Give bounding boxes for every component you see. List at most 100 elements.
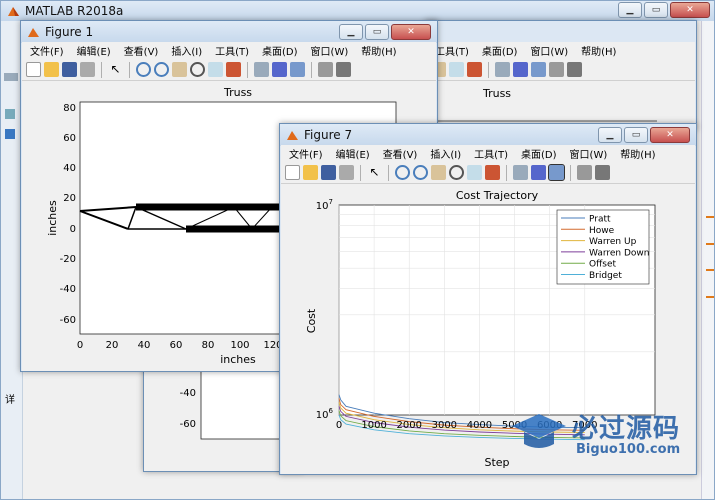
data-cursor-icon[interactable] — [467, 165, 482, 180]
figure7-title: Figure 7 — [304, 128, 353, 142]
figure1-menubar: 文件(F) 编辑(E) 查看(V) 插入(I) 工具(T) 桌面(D) 窗口(W… — [22, 42, 436, 59]
truss-y-ticks: 80 60 40 20 0 -20 -40 -60 — [60, 103, 76, 326]
figure7-close-button[interactable]: ✕ — [650, 127, 690, 143]
menu-file[interactable]: 文件(F) — [281, 146, 328, 161]
x-tick: 20 — [106, 340, 119, 351]
colorbar-icon[interactable] — [531, 165, 546, 180]
menu-edit[interactable]: 编辑(E) — [69, 43, 116, 58]
menu-view[interactable]: 查看(V) — [116, 43, 164, 58]
zoom-out-icon[interactable] — [413, 165, 428, 180]
figure1-maximize-button[interactable]: ▭ — [365, 24, 389, 40]
zoom-out-icon[interactable] — [154, 62, 169, 77]
menu-help[interactable]: 帮助(H) — [612, 146, 660, 161]
bg-menu-window[interactable]: 窗口(W) — [522, 43, 573, 58]
y-tick-bottom: 106 — [316, 407, 334, 421]
pan-icon[interactable] — [172, 62, 187, 77]
y-tick-top: 107 — [316, 198, 333, 212]
toolbar-separator — [388, 164, 389, 181]
zoom-in-icon[interactable] — [136, 62, 151, 77]
y-tick: 20 — [63, 193, 76, 204]
matlab-title-bar: MATLAB R2018a — [1, 1, 714, 21]
menu-tools[interactable]: 工具(T) — [207, 43, 254, 58]
right-marker-3 — [706, 269, 714, 271]
rotate-icon[interactable] — [449, 165, 464, 180]
pointer-icon[interactable]: ↖ — [108, 62, 123, 77]
new-figure-icon[interactable] — [26, 62, 41, 77]
y-tick: -40 — [60, 284, 76, 295]
hide-plot-tools-icon[interactable] — [318, 62, 333, 77]
lower-tick-1: -40 — [180, 388, 196, 399]
menu-desktop[interactable]: 桌面(D) — [513, 146, 562, 161]
truss-xlabel: inches — [220, 353, 256, 366]
figure7-minimize-button[interactable]: ▁ — [598, 127, 622, 143]
menu-insert[interactable]: 插入(I) — [422, 146, 466, 161]
figure7-maximize-button[interactable]: ▭ — [624, 127, 648, 143]
y-tick: 60 — [63, 133, 76, 144]
right-marker-4 — [706, 296, 714, 298]
save-icon[interactable] — [62, 62, 77, 77]
show-plot-tools-icon[interactable] — [336, 62, 351, 77]
menu-edit[interactable]: 编辑(E) — [328, 146, 375, 161]
x-tick: 80 — [202, 340, 215, 351]
print-icon[interactable] — [339, 165, 354, 180]
figure1-title: Figure 1 — [45, 25, 94, 39]
menu-window[interactable]: 窗口(W) — [562, 146, 613, 161]
minimize-button[interactable]: ▁ — [618, 2, 642, 18]
x-tick: 0 — [77, 340, 83, 351]
zoom-in-icon[interactable] — [395, 165, 410, 180]
background-figure-window: 工具(T) 桌面(D) 窗口(W) 帮助(H) Truss — [425, 20, 697, 130]
menu-file[interactable]: 文件(F) — [22, 43, 69, 58]
dock-icon-b[interactable] — [5, 109, 15, 119]
toolbar-separator — [247, 61, 248, 78]
legend-icon[interactable] — [548, 164, 565, 181]
link-plot-icon[interactable] — [513, 165, 528, 180]
legend-entry: Warren Down — [589, 248, 650, 258]
colorbar-icon[interactable] — [272, 62, 287, 77]
hide-plot-tools-icon[interactable] — [577, 165, 592, 180]
dock-icon-a[interactable] — [4, 73, 18, 81]
maximize-button[interactable]: ▭ — [644, 2, 668, 18]
bg-datacursor-icon[interactable] — [449, 62, 464, 77]
bg-show-icon[interactable] — [567, 62, 582, 77]
figure1-close-button[interactable]: ✕ — [391, 24, 431, 40]
brush-icon[interactable] — [226, 62, 241, 77]
figure7-window-controls: ▁ ▭ ✕ — [598, 127, 690, 143]
side-label: 详 — [5, 395, 15, 406]
menu-tools[interactable]: 工具(T) — [466, 146, 513, 161]
data-cursor-icon[interactable] — [208, 62, 223, 77]
bg-colorbar-icon[interactable] — [513, 62, 528, 77]
legend-entry: Bridget — [589, 271, 622, 281]
figure1-minimize-button[interactable]: ▁ — [339, 24, 363, 40]
bg-brush-icon[interactable] — [467, 62, 482, 77]
brush-icon[interactable] — [485, 165, 500, 180]
open-file-icon[interactable] — [44, 62, 59, 77]
close-button[interactable]: ✕ — [670, 2, 710, 18]
toolbar-separator — [570, 164, 571, 181]
legend[interactable]: PrattHoweWarren UpWarren Down OffsetBridg… — [556, 209, 650, 285]
bg-menubar: 工具(T) 桌面(D) 窗口(W) 帮助(H) — [427, 42, 695, 59]
pointer-icon[interactable]: ↖ — [367, 165, 382, 180]
print-icon[interactable] — [80, 62, 95, 77]
open-file-icon[interactable] — [303, 165, 318, 180]
pan-icon[interactable] — [431, 165, 446, 180]
x-tick: 60 — [170, 340, 183, 351]
link-plot-icon[interactable] — [254, 62, 269, 77]
show-plot-tools-icon[interactable] — [595, 165, 610, 180]
dock-icon-c[interactable] — [5, 129, 15, 139]
menu-help[interactable]: 帮助(H) — [353, 43, 401, 58]
save-icon[interactable] — [321, 165, 336, 180]
watermark-url: Biguo100.com — [576, 442, 681, 457]
bg-menu-desktop[interactable]: 桌面(D) — [474, 43, 523, 58]
legend-icon[interactable] — [290, 62, 305, 77]
bg-menu-help[interactable]: 帮助(H) — [573, 43, 621, 58]
menu-insert[interactable]: 插入(I) — [163, 43, 207, 58]
bg-legend-icon[interactable] — [531, 62, 546, 77]
rotate-icon[interactable] — [190, 62, 205, 77]
menu-desktop[interactable]: 桌面(D) — [254, 43, 303, 58]
bg-hide-icon[interactable] — [549, 62, 564, 77]
menu-view[interactable]: 查看(V) — [375, 146, 423, 161]
legend-entry: Warren Up — [589, 237, 637, 247]
menu-window[interactable]: 窗口(W) — [303, 43, 354, 58]
new-figure-icon[interactable] — [285, 165, 300, 180]
bg-link-icon[interactable] — [495, 62, 510, 77]
